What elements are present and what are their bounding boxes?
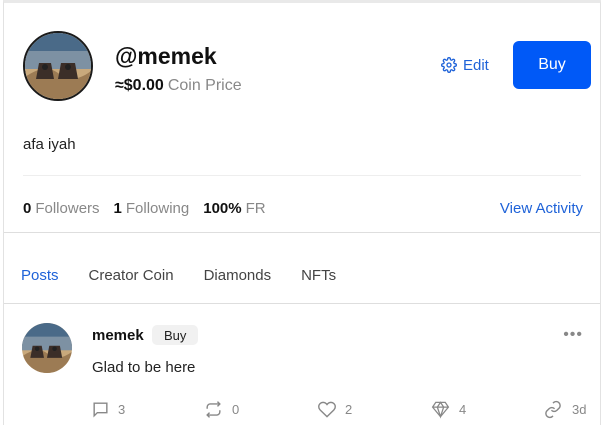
like-count: 2 bbox=[345, 402, 353, 417]
profile-username: @memek bbox=[115, 43, 217, 69]
post-age: 3d bbox=[572, 402, 587, 417]
tab-creator-coin[interactable]: Creator Coin bbox=[89, 267, 174, 284]
following-stat[interactable]: 1 Following bbox=[114, 200, 190, 217]
post-body: Glad to be here bbox=[92, 359, 196, 376]
fr-stat: 100% FR bbox=[203, 200, 265, 217]
profile-bio: afa iyah bbox=[23, 136, 76, 153]
comment-count: 3 bbox=[118, 402, 126, 417]
profile-avatar bbox=[23, 31, 93, 101]
gear-icon bbox=[441, 57, 457, 73]
buy-coin-button[interactable]: Buy bbox=[513, 41, 591, 89]
post-buy-button[interactable]: Buy bbox=[152, 325, 199, 345]
repost-action[interactable]: 0 bbox=[203, 400, 239, 419]
profile-stats: 0 Followers 1 Following 100% FR bbox=[23, 200, 280, 217]
post-author-name[interactable]: memek bbox=[92, 327, 144, 344]
comment-action[interactable]: 3 bbox=[91, 400, 125, 419]
tab-nfts[interactable]: NFTs bbox=[301, 267, 336, 284]
divider bbox=[4, 303, 600, 304]
fr-value: 100% bbox=[203, 200, 242, 217]
more-options-icon[interactable]: ••• bbox=[563, 326, 583, 344]
link-icon bbox=[545, 400, 561, 419]
followers-label: Followers bbox=[35, 200, 100, 217]
following-count: 1 bbox=[113, 200, 122, 217]
copy-link-action[interactable]: 3d bbox=[542, 400, 586, 419]
followers-count: 0 bbox=[23, 200, 32, 217]
coin-price: ≈$0.00 Coin Price bbox=[115, 77, 242, 95]
edit-profile-button[interactable]: Edit bbox=[441, 55, 489, 75]
like-action[interactable]: 2 bbox=[317, 400, 352, 419]
repost-count: 0 bbox=[232, 402, 240, 417]
heart-icon bbox=[318, 401, 336, 418]
edit-label: Edit bbox=[463, 56, 489, 74]
fr-label: FR bbox=[245, 200, 266, 217]
post-author-avatar[interactable] bbox=[22, 323, 72, 373]
tab-posts[interactable]: Posts bbox=[21, 267, 59, 284]
repost-icon bbox=[206, 401, 221, 418]
divider bbox=[4, 232, 600, 233]
following-label: Following bbox=[125, 200, 190, 217]
view-activity-link[interactable]: View Activity bbox=[500, 200, 583, 217]
coin-price-label: Coin Price bbox=[167, 77, 242, 94]
comment-icon bbox=[93, 402, 108, 418]
diamond-action[interactable]: 4 bbox=[430, 400, 466, 419]
profile-tabs: Posts Creator Coin Diamonds NFTs bbox=[21, 267, 366, 284]
coin-price-value: ≈$0.00 bbox=[115, 77, 164, 94]
tab-diamonds[interactable]: Diamonds bbox=[204, 267, 272, 284]
profile-page: @memek ≈$0.00 Coin Price Edit Buy afa iya… bbox=[3, 0, 601, 425]
divider bbox=[23, 175, 581, 176]
followers-stat[interactable]: 0 Followers bbox=[23, 200, 100, 217]
diamond-count: 4 bbox=[459, 402, 467, 417]
diamond-icon bbox=[431, 401, 450, 419]
